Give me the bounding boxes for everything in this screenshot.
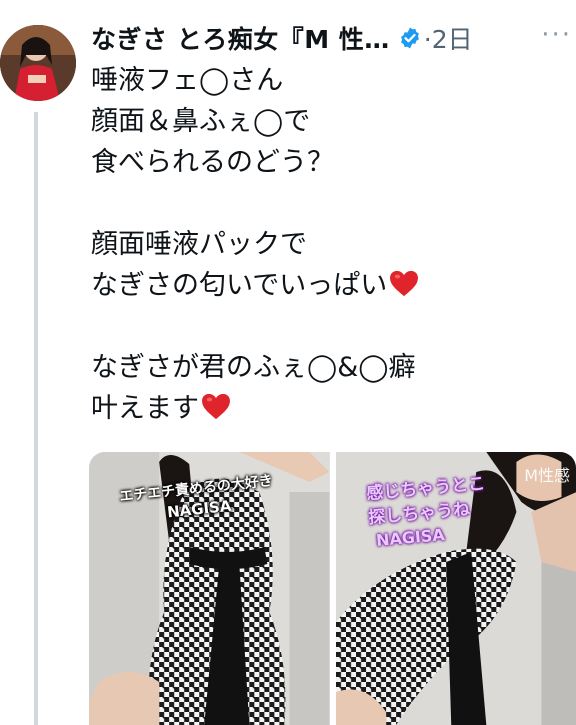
tweet-line: 顔面＆鼻ふぇ◯で: [91, 106, 311, 137]
verified-badge-icon: [400, 27, 419, 49]
avatar-image: [0, 25, 76, 101]
tweet-line: 食べられるのどう？: [91, 147, 334, 178]
tweet-line: なぎさが君のふぇ◯&◯癖: [91, 352, 416, 383]
display-name[interactable]: なぎさ とろ痴女『M 性…: [91, 20, 390, 56]
more-dots-icon[interactable]: ···: [541, 20, 572, 50]
photo-right-watermark: M性感: [524, 466, 570, 485]
tweet-line-text: 叶えます: [91, 393, 199, 424]
media-grid: エチエチ責めるの大好き NAGISA M性感 感じちゃうとこ 探しちゃうね NA…: [89, 452, 576, 725]
thread-line: [34, 112, 38, 725]
tweet-line: 唾液フェ◯さん: [91, 65, 284, 96]
tweet-line-with-heart: なぎさの匂いでいっぱい: [91, 265, 571, 306]
tweet-line: 顔面唾液パックで: [91, 229, 307, 260]
tweet-text: 唾液フェ◯さん 顔面＆鼻ふぇ◯で 食べられるのどう？ 顔面唾液パックで なぎさの…: [91, 60, 571, 429]
avatar[interactable]: [0, 25, 76, 101]
heart-icon: [390, 270, 419, 297]
photo-right[interactable]: M性感 感じちゃうとこ 探しちゃうね NAGISA: [335, 452, 576, 725]
heart-icon: [202, 393, 230, 420]
tweet-line-with-heart: 叶えます: [91, 388, 571, 429]
tweet-header: なぎさ とろ痴女『M 性… ·2日 ···: [91, 20, 576, 56]
photo-left[interactable]: エチエチ責めるの大好き NAGISA: [89, 452, 330, 725]
tweet-line-text: なぎさの匂いでいっぱい: [91, 270, 388, 301]
timestamp[interactable]: ·2日: [424, 20, 473, 56]
